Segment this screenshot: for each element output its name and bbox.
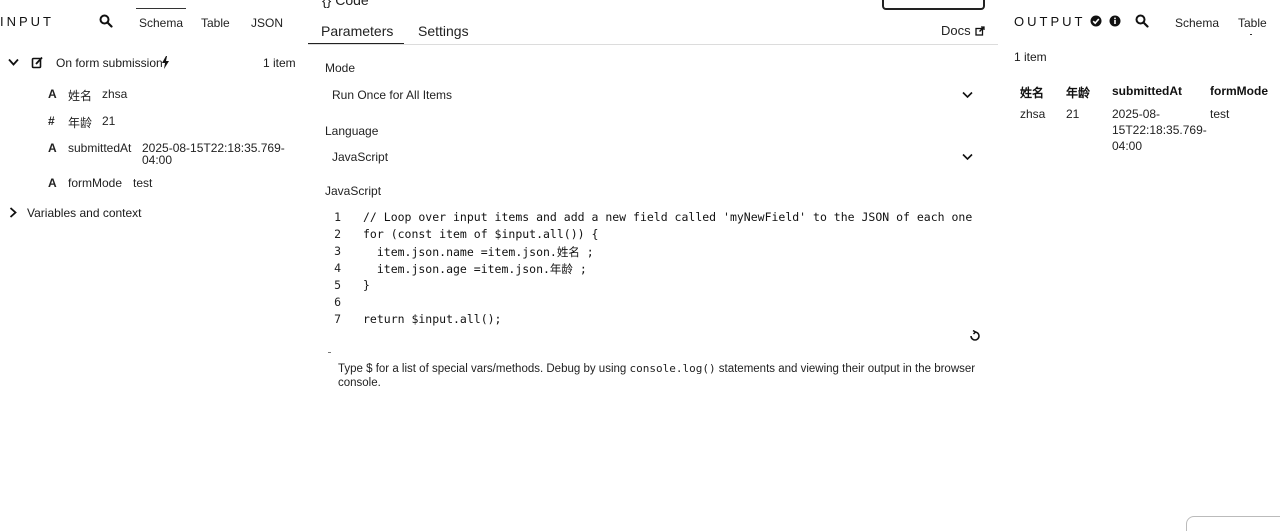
field-name[interactable]: 姓名 (68, 87, 92, 104)
column-header[interactable]: submittedAt (1112, 84, 1182, 98)
bottom-right-button[interactable] (1186, 516, 1280, 531)
code-editor[interactable]: 1 // Loop over input items and add a new… (327, 210, 987, 330)
hint-code: console.log() (629, 362, 716, 375)
code-line[interactable]: return $input.all(); (363, 312, 501, 326)
code-line[interactable]: item.json.age =item.json.年龄 ; (363, 261, 587, 277)
lightning-icon (162, 56, 169, 69)
mode-select[interactable]: Run Once for All Items (332, 88, 452, 102)
chevron-down-icon[interactable] (8, 58, 19, 67)
external-link-icon[interactable] (975, 26, 985, 36)
variables-and-context[interactable]: Variables and context (27, 206, 142, 220)
line-number: 6 (334, 295, 341, 309)
node-item-count: 1 item (263, 56, 296, 70)
input-tab-table[interactable]: Table (201, 16, 230, 30)
input-search-icon[interactable] (99, 14, 113, 28)
code-line[interactable]: for (const item of $input.all()) { (363, 227, 598, 241)
docs-link[interactable]: Docs (941, 23, 971, 38)
code-line[interactable]: item.json.name =item.json.姓名 ; (363, 244, 594, 260)
field-value: zhsa (102, 87, 128, 101)
output-tab-schema[interactable]: Schema (1175, 16, 1219, 30)
info-icon[interactable] (1109, 15, 1121, 27)
table-cell-line1: 2025-08- (1112, 107, 1161, 121)
string-type-icon: A (48, 87, 57, 101)
node-title: {} Code (322, 0, 369, 8)
line-number: 5 (334, 278, 341, 292)
output-panel-title: OUTPUT (1014, 14, 1086, 29)
code-label: JavaScript (325, 184, 382, 198)
success-check-icon (1090, 15, 1102, 27)
line-number: 1 (334, 210, 341, 224)
field-value: 21 (102, 114, 116, 128)
output-tab-table[interactable]: Table (1238, 16, 1267, 30)
input-tab-json[interactable]: JSON (251, 16, 283, 30)
language-chevron-down-icon[interactable] (962, 153, 973, 161)
line-number: 4 (334, 261, 341, 275)
tab-parameters[interactable]: Parameters (321, 23, 393, 39)
chevron-right-icon[interactable] (9, 207, 17, 218)
code-line[interactable]: } (363, 278, 370, 292)
line-number: 2 (334, 227, 341, 241)
table-cell: test (1210, 107, 1230, 121)
input-tab-active-indicator (136, 8, 186, 9)
line-number: 3 (334, 244, 341, 258)
hint-marker (328, 352, 331, 353)
language-select[interactable]: JavaScript (332, 150, 388, 164)
mode-chevron-down-icon[interactable] (962, 91, 973, 99)
number-type-icon: # (48, 114, 55, 128)
column-header[interactable]: formMode (1210, 84, 1268, 98)
output-tab-active-indicator (1250, 34, 1252, 35)
column-header[interactable]: 年龄 (1066, 84, 1090, 101)
expand-editor-icon[interactable] (969, 330, 981, 342)
input-panel-title: INPUT (0, 14, 54, 29)
form-node-icon (31, 56, 43, 69)
field-name[interactable]: submittedAt (68, 141, 131, 155)
table-cell: 21 (1066, 107, 1080, 121)
field-name[interactable]: formMode (68, 176, 122, 190)
tab-settings[interactable]: Settings (418, 23, 469, 39)
output-search-icon[interactable] (1135, 14, 1149, 28)
tabs-divider (308, 44, 998, 45)
code-hint: Type $ for a list of special vars/method… (338, 362, 988, 390)
column-header[interactable]: 姓名 (1020, 84, 1044, 101)
language-label: Language (325, 124, 379, 138)
mode-label: Mode (325, 61, 356, 75)
node-label[interactable]: On form submission (56, 56, 163, 70)
field-value-line2: 04:00 (142, 153, 173, 167)
table-cell: zhsa (1020, 107, 1046, 121)
line-number: 7 (334, 312, 341, 326)
hint-text: Type $ for a list of special vars/method… (338, 363, 630, 375)
table-cell-line2: 15T22:18:35.769- (1112, 123, 1207, 137)
string-type-icon: A (48, 141, 57, 155)
field-value: test (133, 176, 153, 190)
string-type-icon: A (48, 176, 57, 190)
table-cell-line3: 04:00 (1112, 139, 1143, 153)
input-tab-schema[interactable]: Schema (139, 16, 183, 30)
field-name[interactable]: 年龄 (68, 114, 92, 131)
code-line[interactable]: // Loop over input items and add a new f… (363, 210, 972, 224)
test-step-button[interactable] (882, 0, 985, 10)
output-item-count: 1 item (1014, 50, 1047, 64)
